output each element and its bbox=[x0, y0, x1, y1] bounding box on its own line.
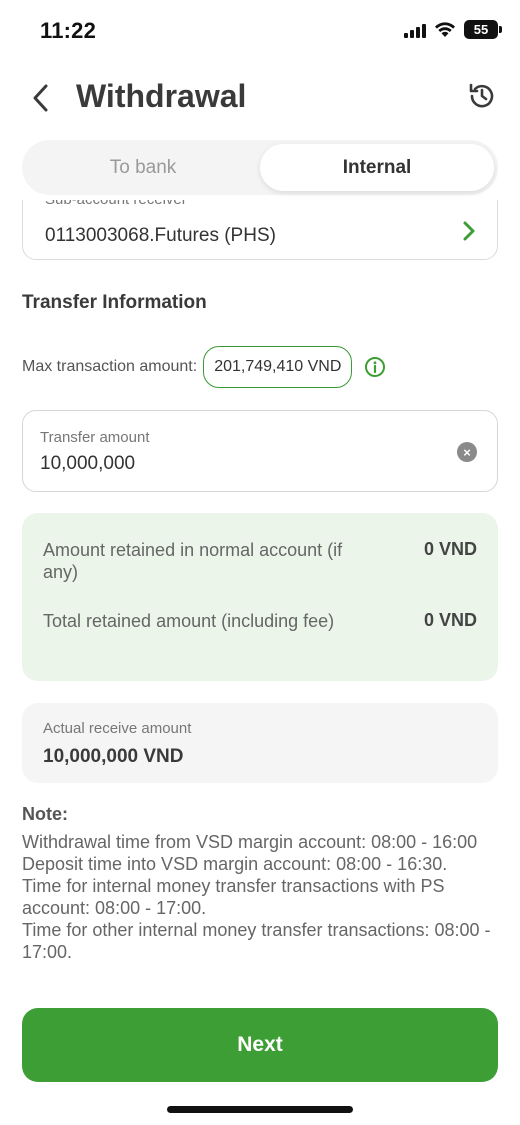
note-title: Note: bbox=[22, 804, 68, 824]
info-icon[interactable] bbox=[364, 356, 386, 378]
retained-summary: Amount retained in normal account (if an… bbox=[22, 513, 498, 681]
sub-account-value: 0113003068.Futures (PHS) bbox=[45, 225, 276, 246]
sub-account-selector[interactable]: Sub-account receiver 0113003068.Futures … bbox=[22, 200, 498, 260]
tab-internal[interactable]: Internal bbox=[260, 144, 494, 191]
status-icons: 55 bbox=[404, 20, 502, 39]
next-button[interactable]: Next bbox=[22, 1008, 498, 1082]
home-indicator bbox=[167, 1106, 353, 1113]
header: Withdrawal bbox=[0, 62, 520, 134]
battery-icon: 55 bbox=[464, 20, 502, 39]
max-amount-label: Max transaction amount: bbox=[22, 358, 198, 375]
note-line: Withdrawal time from VSD margin account:… bbox=[22, 832, 478, 852]
chevron-right-icon bbox=[463, 221, 475, 241]
transfer-amount-label: Transfer amount bbox=[40, 429, 150, 446]
retained-row: Amount retained in normal account (if an… bbox=[43, 539, 477, 583]
retained-row: Total retained amount (including fee) 0 … bbox=[43, 610, 477, 632]
actual-receive-label: Actual receive amount bbox=[43, 720, 192, 737]
note-line: Time for internal money transfer transac… bbox=[22, 876, 445, 918]
clear-amount-button[interactable]: × bbox=[457, 442, 477, 462]
max-amount-value[interactable]: 201,749,410 VND bbox=[203, 346, 353, 388]
status-bar: 11:22 55 bbox=[0, 0, 520, 62]
transfer-type-tabs: To bank Internal bbox=[22, 140, 498, 195]
note-line: Deposit time into VSD margin account: 08… bbox=[22, 854, 448, 874]
transfer-amount-input[interactable] bbox=[40, 453, 420, 475]
form-content[interactable]: Sub-account receiver 0113003068.Futures … bbox=[0, 200, 520, 1000]
chevron-left-icon bbox=[33, 84, 48, 112]
retained-total-value: 0 VND bbox=[423, 610, 477, 630]
retained-total-label: Total retained amount (including fee) bbox=[43, 611, 335, 631]
history-icon bbox=[469, 83, 494, 108]
signal-icon bbox=[404, 22, 426, 38]
actual-receive-box: Actual receive amount 10,000,000 VND bbox=[22, 703, 498, 783]
transfer-amount-field[interactable]: Transfer amount × bbox=[22, 410, 498, 492]
actual-receive-value: 10,000,000 VND bbox=[43, 746, 184, 767]
page-title: Withdrawal bbox=[76, 78, 247, 114]
retained-normal-value: 0 VND bbox=[423, 539, 477, 559]
wifi-icon bbox=[435, 21, 455, 37]
section-title-transfer-info: Transfer Information bbox=[22, 292, 207, 313]
note-line: Time for other internal money transfer t… bbox=[22, 920, 491, 962]
sub-account-label: Sub-account receiver bbox=[45, 200, 187, 208]
note-section: Note: Withdrawal time from VSD margin ac… bbox=[22, 804, 498, 963]
retained-normal-label: Amount retained in normal account (if an… bbox=[43, 540, 343, 582]
status-time: 11:22 bbox=[40, 18, 97, 43]
tab-to-bank[interactable]: To bank bbox=[26, 144, 260, 191]
max-amount-row: Max transaction amount: 201,749,410 VND bbox=[22, 346, 386, 388]
history-button[interactable] bbox=[466, 80, 498, 112]
close-icon: × bbox=[463, 444, 471, 460]
back-button[interactable] bbox=[22, 78, 58, 118]
